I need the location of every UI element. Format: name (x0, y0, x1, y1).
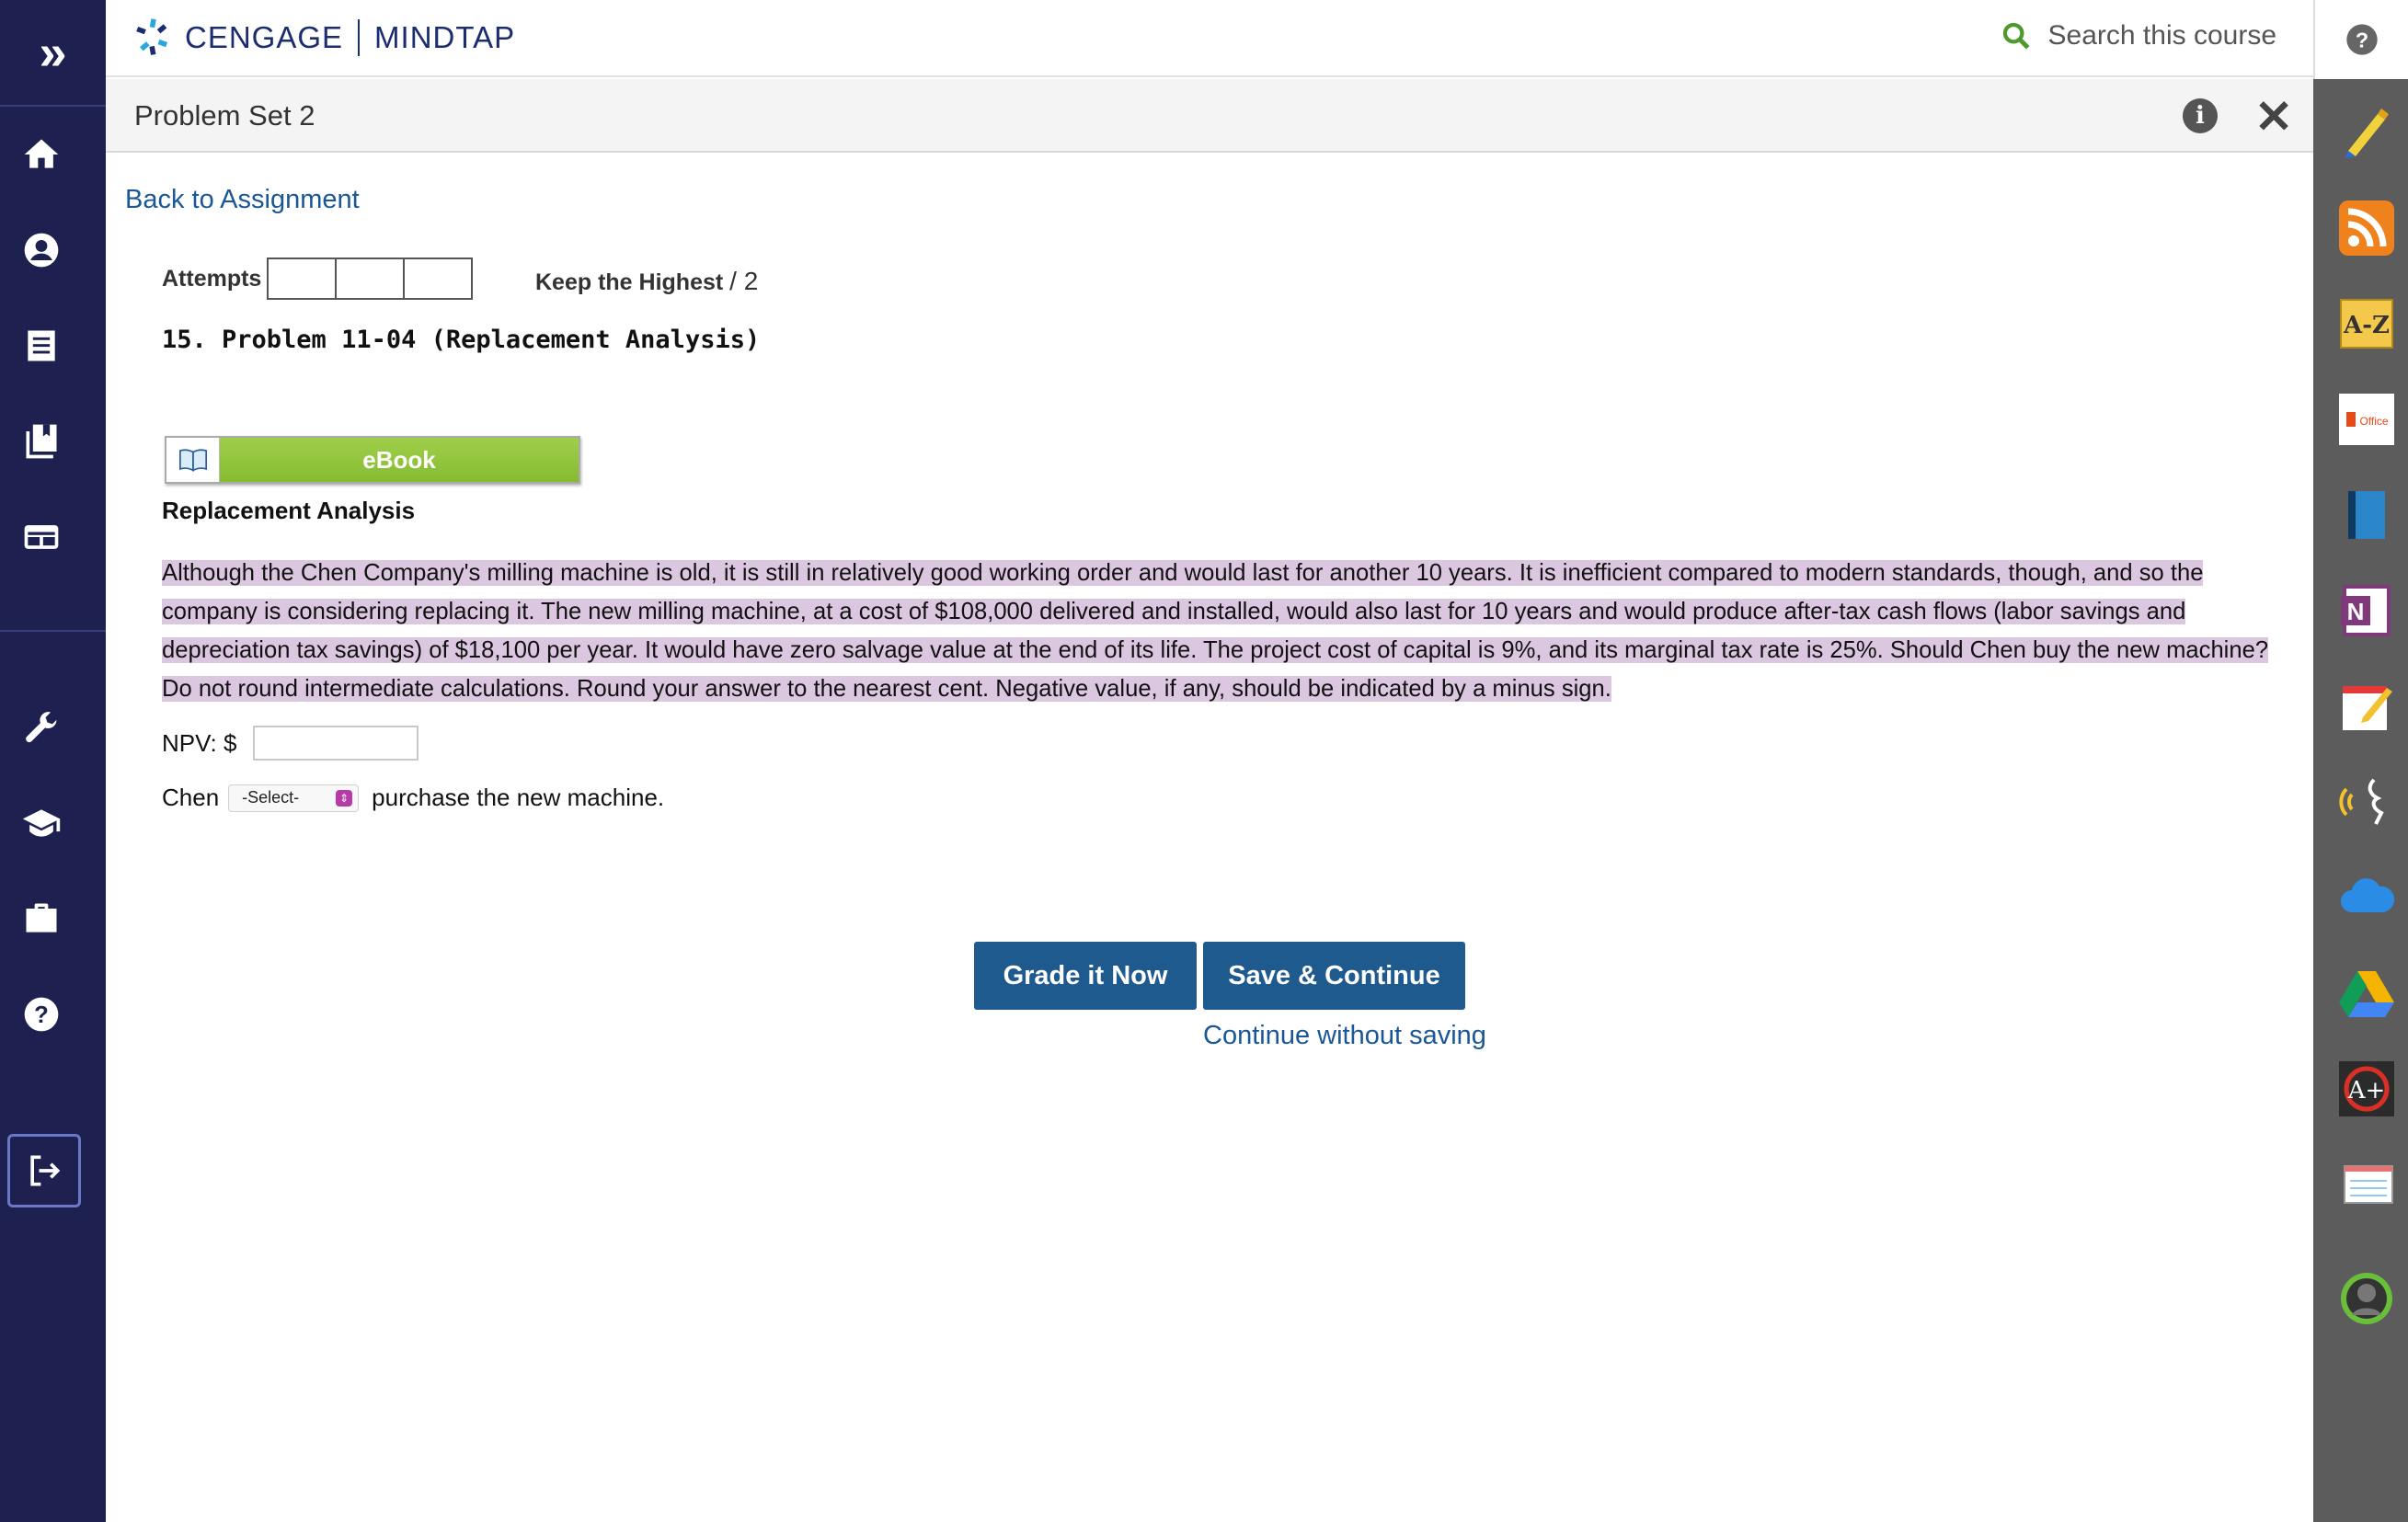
ebook-label: eBook (220, 438, 579, 482)
account-icon[interactable] (18, 227, 64, 273)
attempts-label: Attempts (162, 265, 262, 292)
svg-text:A+: A+ (2347, 1077, 2386, 1104)
grade-it-now-button[interactable]: Grade it Now (974, 942, 1197, 1010)
signout-icon (30, 1155, 61, 1186)
close-icon[interactable]: ✕ (2254, 90, 2293, 143)
signout-button[interactable] (7, 1134, 81, 1207)
keep-highest-label: Keep the Highest (535, 269, 724, 295)
svg-text:Office: Office (2359, 415, 2388, 428)
help-icon[interactable]: ? (18, 991, 64, 1037)
svg-text:A-Z: A-Z (2343, 312, 2390, 339)
attempt-box (335, 257, 406, 300)
chen-suffix: purchase the new machine. (372, 784, 665, 811)
nav-divider (0, 630, 106, 632)
info-icon[interactable]: i (2183, 98, 2218, 133)
profile-icon[interactable] (2337, 1269, 2396, 1328)
open-book-icon (166, 438, 220, 482)
top-header: CENGAGE MINDTAP Search this course (106, 0, 2313, 77)
wrench-icon[interactable] (18, 704, 64, 750)
aplus-icon[interactable]: A+ (2337, 1059, 2396, 1118)
onenote-icon[interactable]: N (2337, 581, 2396, 640)
cengage-mark-icon (136, 18, 168, 55)
score-total: / 2 (729, 267, 759, 295)
book-icon[interactable] (2337, 486, 2396, 544)
help-icon: ? (2345, 24, 2378, 55)
card-icon[interactable] (18, 514, 64, 560)
npv-row: NPV: $ (162, 726, 419, 761)
svg-text:?: ? (2355, 28, 2368, 51)
drive-icon[interactable] (2337, 964, 2396, 1023)
chen-decision-row: Chen -Select- ⇕ purchase the new machine… (162, 784, 664, 812)
cloud-icon[interactable] (2337, 868, 2396, 927)
ebook-button[interactable]: eBook (165, 436, 580, 484)
npv-label: NPV: $ (162, 728, 237, 757)
left-nav: » ? (0, 0, 106, 1522)
flashcards-icon[interactable] (2337, 1155, 2396, 1214)
activity-titlebar: Problem Set 2 i ✕ (106, 79, 2313, 153)
attempt-box (403, 257, 474, 300)
office-icon[interactable]: Office (2337, 390, 2396, 449)
problem-text: Although the Chen Company's milling mach… (162, 554, 2276, 708)
search-course[interactable]: Search this course (2001, 20, 2276, 51)
highlighter-icon[interactable] (2337, 103, 2396, 162)
page-title: Problem Set 2 (134, 99, 315, 132)
npv-input[interactable] (253, 726, 419, 761)
app-dock: ? A-Z Office N A+ (2313, 0, 2408, 1522)
attempts-row: Attempts (162, 257, 474, 300)
attempt-box (267, 257, 338, 300)
problem-title: 15. Problem 11-04 (Replacement Analysis) (162, 326, 761, 354)
section-heading: Replacement Analysis (162, 497, 416, 524)
graduation-icon[interactable] (18, 800, 64, 846)
readspeaker-icon[interactable] (2337, 772, 2396, 831)
notes-icon[interactable] (2337, 677, 2396, 736)
problem-text-highlight: Although the Chen Company's milling mach… (162, 560, 2269, 702)
help-button[interactable]: ? (2313, 0, 2408, 79)
decision-select[interactable]: -Select- ⇕ (228, 784, 360, 812)
cengage-logo[interactable]: CENGAGE MINDTAP (133, 17, 515, 59)
back-to-assignment-link[interactable]: Back to Assignment (125, 185, 360, 215)
notebook-icon[interactable] (18, 323, 64, 369)
brand-name: CENGAGE (185, 20, 344, 54)
keep-highest: Keep the Highest / 2 (535, 267, 758, 296)
rss-icon[interactable] (2337, 199, 2396, 257)
expand-icon[interactable]: » (0, 0, 106, 107)
logo-separator (358, 19, 361, 56)
svg-text:?: ? (34, 1002, 49, 1028)
briefcase-icon[interactable] (18, 896, 64, 942)
product-name: MINDTAP (374, 20, 516, 54)
dictionary-icon[interactable]: A-Z (2337, 294, 2396, 353)
select-arrows-icon: ⇕ (336, 789, 353, 807)
decision-select-value: -Select- (242, 788, 300, 807)
search-icon (2002, 22, 2030, 50)
continue-without-saving-link[interactable]: Continue without saving (1203, 1021, 1486, 1051)
library-icon[interactable] (18, 418, 64, 464)
svg-text:N: N (2347, 598, 2365, 625)
search-placeholder: Search this course (2047, 20, 2276, 51)
home-icon[interactable] (18, 132, 64, 177)
save-and-continue-button[interactable]: Save & Continue (1203, 942, 1465, 1010)
chen-prefix: Chen (162, 784, 220, 811)
